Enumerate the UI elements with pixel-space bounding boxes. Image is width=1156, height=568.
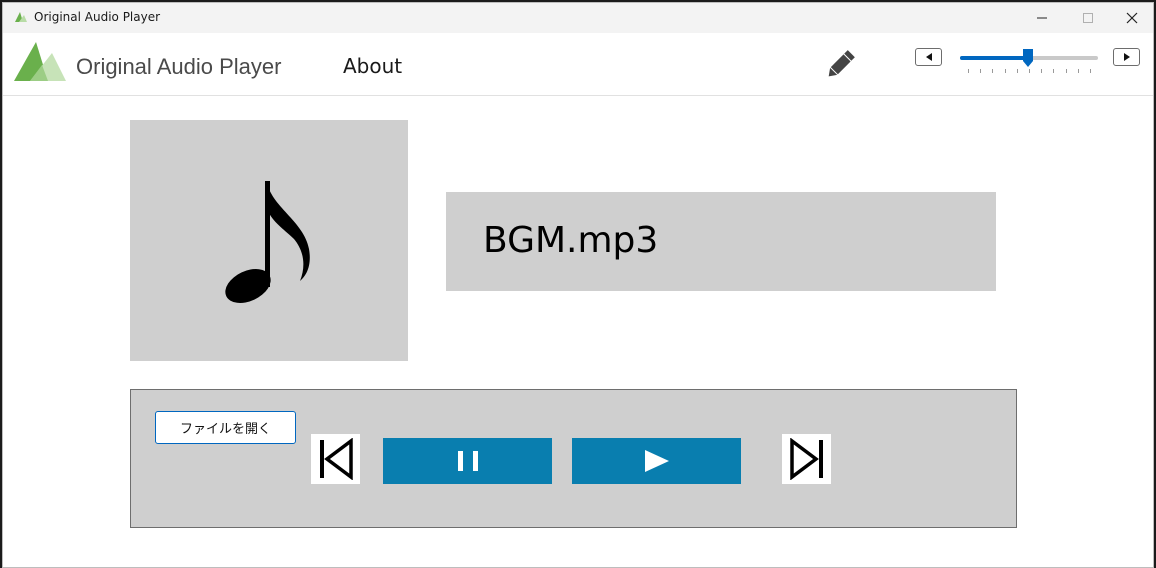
slider-tick bbox=[1065, 69, 1067, 73]
app-title: Original Audio Player bbox=[76, 54, 282, 79]
track-name-box: BGM.mp3 bbox=[446, 192, 996, 291]
play-button[interactable] bbox=[572, 438, 741, 484]
volume-slider[interactable] bbox=[958, 47, 1100, 77]
slider-tick bbox=[1029, 69, 1030, 73]
next-button[interactable] bbox=[782, 434, 831, 484]
skip-previous-icon bbox=[319, 438, 353, 480]
maximize-button[interactable] bbox=[1065, 3, 1111, 33]
app-logo-icon bbox=[14, 42, 66, 81]
minimize-button[interactable] bbox=[1019, 3, 1065, 33]
window-title: Original Audio Player bbox=[34, 10, 161, 24]
slider-tick bbox=[1004, 69, 1006, 73]
slider-tick bbox=[1090, 69, 1091, 73]
app-window: Original Audio Player Original Audio Pla… bbox=[2, 2, 1154, 568]
about-link[interactable]: About bbox=[343, 54, 402, 78]
title-bar: Original Audio Player bbox=[3, 3, 1153, 33]
right-arrow-icon bbox=[1123, 53, 1130, 61]
maximize-icon bbox=[1083, 13, 1093, 23]
previous-button[interactable] bbox=[311, 434, 360, 484]
album-art bbox=[130, 120, 408, 361]
slider-tick bbox=[1077, 69, 1079, 73]
skip-next-icon bbox=[789, 438, 823, 480]
slider-tick bbox=[1053, 69, 1055, 73]
slider-tick bbox=[980, 69, 982, 73]
track-filename: BGM.mp3 bbox=[483, 220, 659, 261]
slider-tick bbox=[992, 69, 994, 73]
play-icon bbox=[644, 450, 669, 472]
pencil-icon[interactable] bbox=[823, 48, 857, 82]
control-panel: ファイルを開く bbox=[130, 389, 1017, 528]
slider-tick bbox=[968, 69, 969, 73]
left-arrow-icon bbox=[925, 53, 932, 61]
slider-tick bbox=[1041, 69, 1043, 73]
close-button[interactable] bbox=[1109, 3, 1153, 33]
volume-down-button[interactable] bbox=[915, 48, 942, 66]
music-note-icon bbox=[225, 180, 310, 303]
close-icon bbox=[1126, 12, 1138, 24]
pause-button[interactable] bbox=[383, 438, 552, 484]
slider-tick bbox=[1016, 69, 1018, 73]
app-header: Original Audio Player About bbox=[3, 33, 1153, 96]
pause-icon bbox=[457, 451, 478, 471]
volume-up-button[interactable] bbox=[1113, 48, 1140, 66]
slider-thumb[interactable] bbox=[1022, 48, 1034, 68]
slider-fill bbox=[960, 56, 1028, 60]
app-logo-small-icon bbox=[15, 12, 27, 22]
minimize-icon bbox=[1037, 17, 1047, 19]
open-file-button[interactable]: ファイルを開く bbox=[155, 411, 296, 444]
